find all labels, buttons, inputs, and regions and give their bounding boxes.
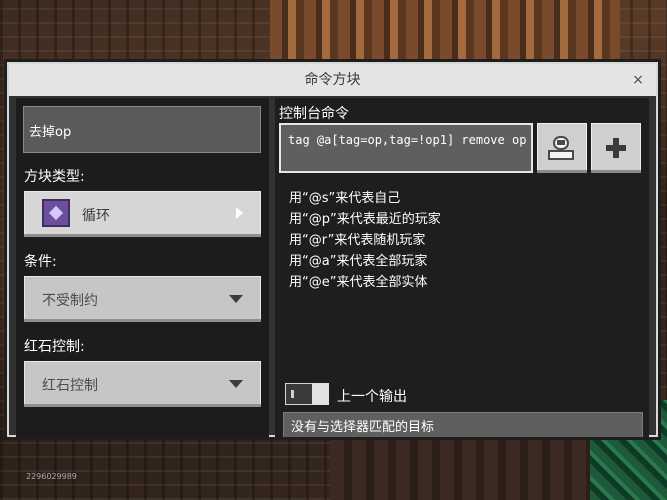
redstone-label: 红石控制: (24, 339, 85, 355)
previous-output-label: 上一个输出 (337, 389, 407, 405)
block-type-dropdown[interactable]: 循环 (24, 191, 261, 237)
hint-all-entities: 用“@e”来代表全部实体 (289, 275, 428, 290)
block-type-label: 方块类型: (24, 169, 85, 185)
mouse-cursor-icon (236, 207, 243, 219)
output-icon (548, 136, 574, 160)
plus-icon (606, 138, 626, 158)
hint-random: 用“@r”来代表随机玩家 (289, 233, 426, 248)
dirt-ground (330, 440, 590, 500)
close-icon[interactable]: × (628, 70, 648, 90)
block-name-value: 去掉op (29, 125, 72, 140)
block-type-value: 循环 (82, 208, 110, 224)
chevron-down-icon (229, 380, 243, 388)
command-block-icon (42, 199, 70, 227)
chevron-down-icon (229, 295, 243, 303)
dialog-title: 命令方块 (304, 72, 361, 88)
output-text: 没有与选择器匹配的目标 (291, 420, 435, 435)
settings-panel: 去掉op 方块类型: 循环 条件: 不受制约 红石控制: 红石控制 (16, 98, 269, 437)
condition-value: 不受制约 (42, 293, 98, 309)
add-button[interactable] (591, 123, 641, 173)
hint-all-players: 用“@a”来代表全部玩家 (289, 254, 428, 269)
command-panel: 控制台命令 tag @a[tag=op,tag=!op1] remove op … (275, 98, 649, 437)
title-bar: 命令方块 × (9, 64, 656, 96)
redstone-value: 红石控制 (42, 378, 98, 394)
toggle-mark (291, 390, 294, 398)
command-input[interactable]: tag @a[tag=op,tag=!op1] remove op (279, 123, 533, 173)
toggle-knob (312, 383, 329, 405)
wood-pillar (270, 0, 620, 62)
condition-dropdown[interactable]: 不受制约 (24, 276, 261, 322)
command-block-dialog: 命令方块 × 去掉op 方块类型: 循环 条件: 不受制约 红石控制: 红石控制… (7, 62, 658, 437)
block-name-field[interactable]: 去掉op (23, 106, 261, 153)
output-button[interactable] (537, 123, 587, 173)
output-box: 没有与选择器匹配的目标 (283, 412, 643, 437)
command-text: tag @a[tag=op,tag=!op1] remove op (288, 133, 527, 147)
condition-label: 条件: (24, 254, 57, 270)
watermark: 2296029989 (26, 472, 77, 481)
console-command-label: 控制台命令 (279, 106, 349, 122)
hint-self: 用“@s”来代表自己 (289, 191, 401, 206)
hint-nearest: 用“@p”来代表最近的玩家 (289, 212, 441, 227)
previous-output-toggle[interactable] (285, 383, 329, 405)
redstone-dropdown[interactable]: 红石控制 (24, 361, 261, 407)
